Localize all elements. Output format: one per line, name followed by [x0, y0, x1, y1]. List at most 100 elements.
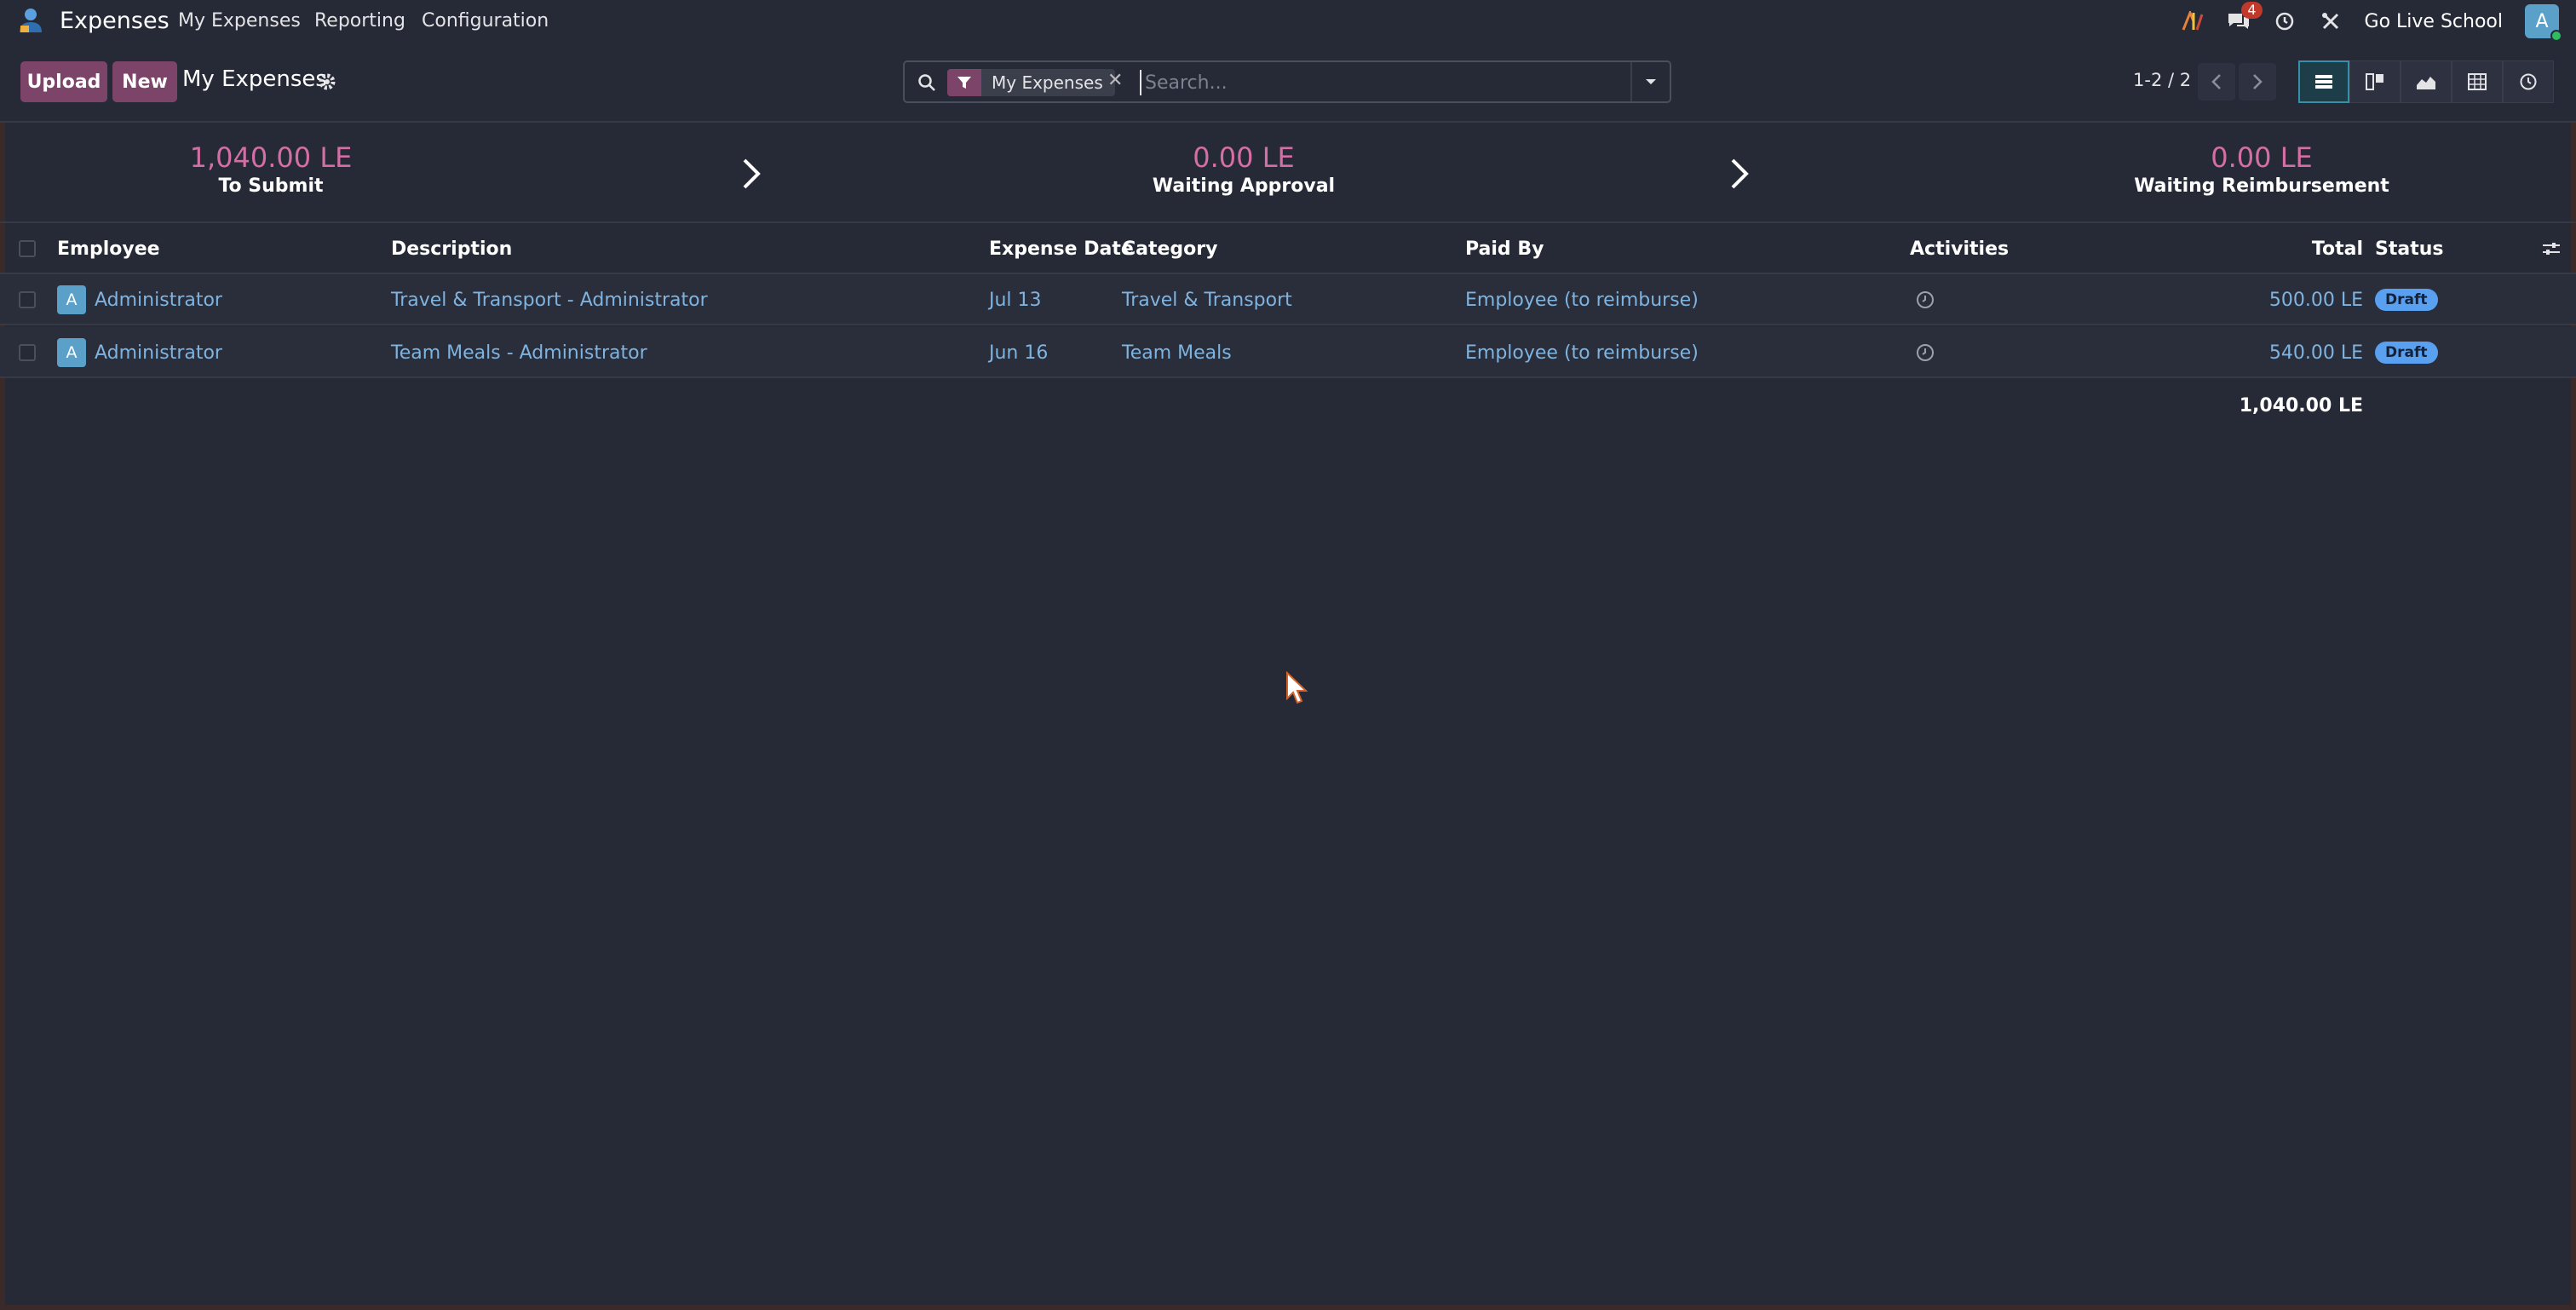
employee-avatar: A — [57, 338, 86, 367]
view-switcher — [2298, 60, 2554, 103]
navbar-systray: 4 Go Live School A — [2181, 0, 2562, 43]
employee-cell[interactable]: A Administrator — [57, 274, 222, 325]
column-activities[interactable]: Activities — [1910, 223, 2009, 274]
app-window: Expenses My Expenses Reporting Configura… — [0, 0, 2576, 1310]
search-input[interactable] — [1140, 70, 1617, 95]
page-title: My Expenses — [182, 66, 327, 92]
user-avatar[interactable]: A — [2525, 4, 2562, 42]
total-cell[interactable]: 540.00 LE — [2232, 327, 2363, 378]
pivot-view-button[interactable] — [2452, 60, 2503, 103]
employee-avatar: A — [57, 285, 86, 314]
menu-my-expenses[interactable]: My Expenses — [178, 10, 301, 32]
summary-amount: 1,040.00 LE — [189, 141, 353, 174]
app-name[interactable]: Expenses — [60, 8, 170, 34]
status-badge: Draft — [2375, 342, 2438, 364]
pager-next-button[interactable] — [2239, 63, 2276, 101]
ai-icon[interactable] — [2181, 9, 2205, 33]
chevron-left-icon — [2211, 74, 2221, 89]
upload-button[interactable]: Upload — [20, 61, 107, 102]
summary-to-submit[interactable]: 1,040.00 LE To Submit — [143, 141, 399, 197]
status-cell[interactable]: Draft — [2375, 274, 2438, 325]
summary-label: Waiting Approval — [1152, 175, 1336, 197]
caret-down-icon — [1646, 79, 1656, 84]
search-options-toggle[interactable] — [1630, 62, 1670, 101]
employee-name: Administrator — [95, 342, 222, 364]
user-avatar-initial: A — [2535, 10, 2549, 32]
search-icon[interactable] — [917, 72, 937, 93]
menu-reporting[interactable]: Reporting — [314, 10, 405, 32]
expenses-app-icon[interactable] — [17, 7, 44, 34]
column-status[interactable]: Status — [2375, 223, 2443, 274]
clock-icon — [2520, 73, 2537, 90]
facet-label: My Expenses — [992, 72, 1103, 93]
debug-tools-icon[interactable] — [2319, 9, 2343, 33]
activities-cell[interactable] — [1915, 327, 1935, 378]
paid-by-cell[interactable]: Employee (to reimburse) — [1465, 274, 1699, 325]
list-view-button[interactable] — [2298, 60, 2349, 103]
list-view-icon — [2315, 75, 2332, 89]
column-employee[interactable]: Employee — [57, 223, 160, 274]
pager-value[interactable]: 1-2 / 2 — [2133, 70, 2191, 90]
select-all-cell — [19, 223, 36, 274]
kanban-view-button[interactable] — [2349, 60, 2401, 103]
chevron-right-icon — [1731, 158, 1749, 189]
status-cell[interactable]: Draft — [2375, 327, 2438, 378]
activity-clock-icon — [1917, 291, 1934, 308]
category-cell[interactable]: Travel & Transport — [1122, 274, 1292, 325]
paid-by-cell[interactable]: Employee (to reimburse) — [1465, 327, 1699, 378]
expense-summary: 1,040.00 LE To Submit 0.00 LE Waiting Ap… — [0, 124, 2576, 223]
filter-icon — [947, 69, 981, 96]
row-checkbox[interactable] — [19, 291, 36, 308]
total-cell[interactable]: 500.00 LE — [2232, 274, 2363, 325]
pivot-table-icon — [2468, 73, 2487, 90]
column-paid-by[interactable]: Paid By — [1465, 223, 1544, 274]
employee-name: Administrator — [95, 289, 222, 311]
gear-icon[interactable] — [317, 72, 337, 92]
table-row[interactable]: A Administrator Travel & Transport - Adm… — [0, 274, 2576, 325]
activity-clock-icon[interactable] — [2273, 9, 2297, 33]
row-select-cell — [19, 274, 36, 325]
column-category[interactable]: Category — [1122, 223, 1217, 274]
row-select-cell — [19, 327, 36, 378]
summary-label: To Submit — [218, 175, 324, 197]
summary-waiting-reimbursement[interactable]: 0.00 LE Waiting Reimbursement — [2096, 141, 2428, 197]
summary-amount: 0.00 LE — [2211, 141, 2313, 174]
select-all-checkbox[interactable] — [19, 240, 36, 257]
graph-view-button[interactable] — [2401, 60, 2452, 103]
category-cell[interactable]: Team Meals — [1122, 327, 1232, 378]
column-expense-date[interactable]: Expense Date — [989, 223, 1134, 274]
search-facet[interactable]: My Expenses — [947, 69, 1115, 96]
table-footer-row: 1,040.00 LE — [0, 380, 2576, 431]
table-header-row: Employee Description Expense Date Catego… — [0, 223, 2576, 274]
description-cell[interactable]: Travel & Transport - Administrator — [391, 274, 708, 325]
status-badge: Draft — [2375, 289, 2438, 311]
chevron-right-icon — [2253, 74, 2263, 89]
summary-amount: 0.00 LE — [1193, 141, 1295, 174]
online-status-dot — [2550, 30, 2562, 42]
column-settings-icon — [2543, 243, 2560, 255]
expense-date-cell[interactable]: Jun 16 — [989, 327, 1048, 378]
row-checkbox[interactable] — [19, 344, 36, 361]
search-bar: My Expenses ✕ — [903, 60, 1671, 103]
menu-configuration[interactable]: Configuration — [422, 10, 549, 32]
messages-icon[interactable]: 4 — [2227, 2, 2263, 33]
control-panel: Upload New My Expenses My Expenses ✕ Sea… — [0, 43, 2576, 123]
footer-total: 1,040.00 LE — [2239, 394, 2363, 417]
activity-view-button[interactable] — [2503, 60, 2554, 103]
company-switcher[interactable]: Go Live School — [2365, 11, 2503, 32]
optional-columns-toggle[interactable] — [2542, 223, 2561, 274]
employee-cell[interactable]: A Administrator — [57, 327, 222, 378]
description-cell[interactable]: Team Meals - Administrator — [391, 327, 647, 378]
activities-cell[interactable] — [1915, 274, 1935, 325]
facet-close-icon[interactable]: ✕ — [1107, 71, 1123, 91]
summary-waiting-approval[interactable]: 0.00 LE Waiting Approval — [1116, 141, 1371, 197]
new-button[interactable]: New — [112, 61, 177, 102]
messages-badge: 4 — [2241, 2, 2263, 19]
expense-date-cell[interactable]: Jul 13 — [989, 274, 1042, 325]
pager-previous-button[interactable] — [2198, 63, 2235, 101]
kanban-view-icon — [2366, 73, 2383, 90]
column-description[interactable]: Description — [391, 223, 512, 274]
chevron-right-icon — [743, 158, 761, 189]
table-row[interactable]: A Administrator Team Meals - Administrat… — [0, 327, 2576, 378]
column-total[interactable]: Total — [2232, 223, 2363, 274]
